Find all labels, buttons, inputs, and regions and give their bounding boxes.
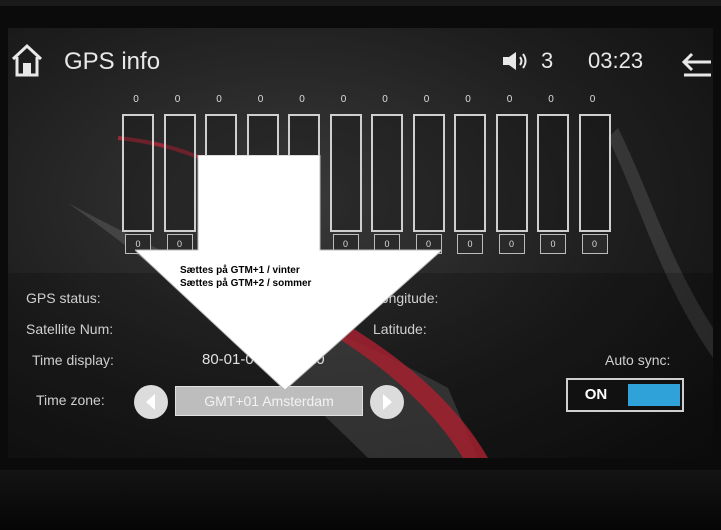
time-zone-prev-button[interactable]	[134, 385, 168, 419]
home-icon[interactable]	[10, 42, 44, 78]
gps-status-label: GPS status:	[26, 290, 101, 306]
annotation-text: Sættes på GTM+1 / vinter Sættes på GTM+2…	[180, 264, 311, 290]
back-arrow-icon[interactable]	[680, 48, 713, 78]
annotation-line-1: Sættes på GTM+1 / vinter	[180, 265, 300, 276]
slider-top-value: 0	[382, 94, 388, 105]
chevron-right-icon	[383, 394, 392, 410]
annotation-line-2: Sættes på GTM+2 / sommer	[180, 278, 312, 289]
auto-sync-label: Auto sync:	[605, 352, 671, 368]
time-zone-next-button[interactable]	[370, 385, 404, 419]
time-zone-field[interactable]: GMT+01 Amsterdam	[175, 386, 363, 416]
slider-top-value: 0	[548, 94, 554, 105]
slider-knob[interactable]: 0	[498, 234, 525, 254]
toggle-indicator	[628, 384, 680, 406]
slider-knob[interactable]: 0	[457, 234, 483, 254]
time-display-label: Time display:	[32, 352, 114, 368]
slider-column: 00	[450, 88, 486, 258]
auto-sync-toggle[interactable]: ON	[566, 378, 684, 412]
chevron-left-icon	[146, 394, 155, 410]
page-title: GPS info	[64, 48, 161, 75]
slider-top-value: 0	[216, 94, 222, 105]
speaker-icon	[503, 52, 527, 70]
slider-top-value: 0	[340, 94, 347, 105]
satellite-num-label: Satellite Num:	[26, 321, 114, 337]
bezel-top	[0, 0, 721, 6]
slider-knob[interactable]: 0	[540, 234, 566, 254]
slider-top-value: 0	[506, 94, 513, 105]
slider-column: 00	[533, 88, 569, 258]
slider-top-value: 0	[465, 94, 471, 105]
slider-top-value: 0	[174, 94, 181, 105]
photo-frame: GPS info 3 03:23 00000000000000000000000…	[0, 0, 721, 530]
slider-column: 00	[492, 88, 528, 258]
time-zone-label: Time zone:	[36, 392, 105, 408]
slider-top-value: 0	[299, 94, 305, 105]
slider-top-value: 0	[589, 94, 596, 105]
bezel-bottom	[0, 470, 721, 530]
slider-top-value: 0	[133, 94, 139, 105]
header-bar: GPS info 3 03:23	[8, 28, 713, 88]
slider-track[interactable]	[578, 114, 611, 232]
toggle-state-label: ON	[584, 386, 608, 403]
volume-level: 3	[541, 48, 554, 73]
slider-track[interactable]	[537, 114, 569, 232]
clock: 03:23	[588, 48, 644, 73]
slider-column: 00	[575, 88, 611, 258]
slider-top-value: 0	[423, 94, 430, 105]
slider-top-value: 0	[257, 94, 264, 105]
slider-knob[interactable]: 0	[581, 234, 608, 254]
slider-track[interactable]	[454, 114, 486, 232]
slider-track[interactable]	[495, 114, 528, 232]
